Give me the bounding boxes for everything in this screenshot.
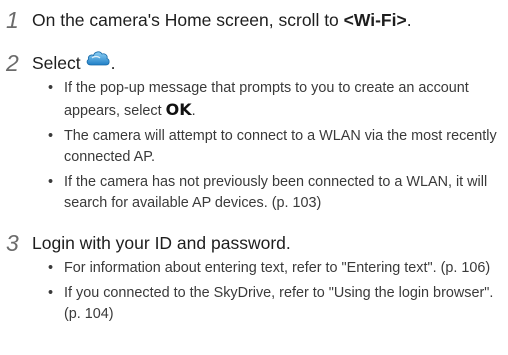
step-3-bullets: • For information about entering text, re… [46,258,501,329]
wifi-menu-label: <Wi-Fi> [343,10,407,30]
step-3: 3 Login with your ID and password. • For … [0,228,508,322]
list-item: • The camera will attempt to connect to a… [46,126,501,168]
step-number: 1 [6,7,19,33]
list-item: • If the camera has not previously been c… [46,172,501,214]
skydrive-cloud-icon [85,47,111,78]
list-item: • If the pop-up message that prompts to y… [46,78,501,122]
step-text-prefix: On the camera's Home screen, scroll to [32,10,344,30]
step-text-prefix: Select [32,53,81,73]
bullet-text: If you connected to the SkyDrive, refer … [64,285,494,322]
step-3-text: Login with your ID and password. [32,233,291,253]
step-2: 2 Select . • If the pop-up message that p… [0,48,508,211]
bullet-text: If the camera has not previously been co… [64,174,488,211]
step-1-text: On the camera's Home screen, scroll to <… [32,5,412,35]
step-1: 1 On the camera's Home screen, scroll to… [0,5,508,35]
step-3-heading: 3 Login with your ID and password. [0,228,508,258]
step-number: 2 [6,50,19,76]
step-text-suffix: . [406,10,412,30]
step-number: 3 [6,230,19,256]
bullet-dot: • [48,128,54,144]
ok-label: OK [165,100,192,119]
bullet-text: The camera will attempt to connect to a … [64,128,497,165]
bullet-text: For information about entering text, ref… [64,260,491,276]
step-2-text: Select . [32,48,116,80]
bullet-dot: • [48,285,54,301]
bullet-dot: • [48,260,54,276]
bullet-dot: • [48,80,54,96]
list-item: • For information about entering text, re… [46,258,501,279]
step-1-heading: 1 On the camera's Home screen, scroll to… [0,5,508,35]
step-2-bullets: • If the pop-up message that prompts to y… [46,78,501,218]
bullet-text-suffix: . [191,103,196,119]
step-2-heading: 2 Select . [0,48,508,78]
step-text-suffix: . [110,53,116,73]
bullet-dot: • [48,174,54,190]
list-item: • If you connected to the SkyDrive, refer… [46,283,501,325]
bullet-text-prefix: If the pop-up message that prompts to yo… [64,80,469,119]
